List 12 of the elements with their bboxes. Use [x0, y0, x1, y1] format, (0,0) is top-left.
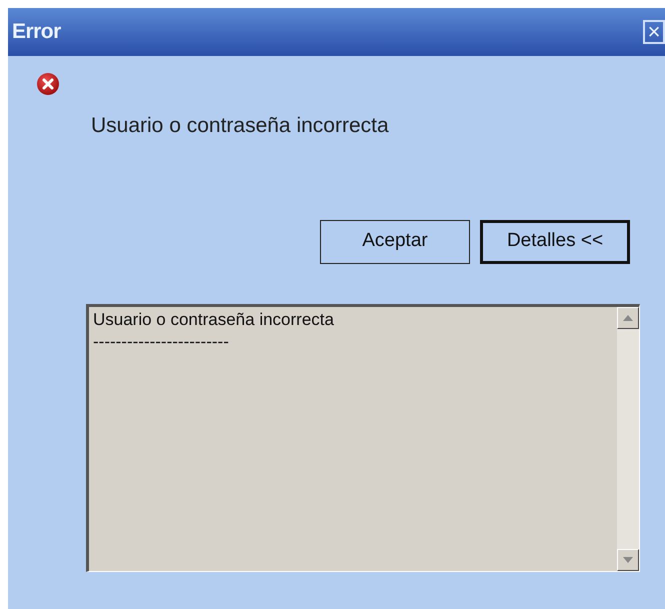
dialog-button[interactable]: Aceptar	[320, 220, 470, 264]
error-message: Usuario o contraseña incorrecta	[91, 114, 389, 137]
error-icon	[36, 72, 60, 96]
details-text-area[interactable]: Usuario o contraseña incorrecta ------------------------	[86, 304, 640, 572]
dialog-button[interactable]: Detalles <<	[480, 220, 630, 264]
scroll-down-icon[interactable]	[617, 548, 639, 570]
window-title: Error	[12, 19, 61, 46]
scroll-up-icon[interactable]	[617, 306, 639, 328]
close-button[interactable]: ×	[643, 20, 665, 44]
scrollbar[interactable]	[617, 306, 639, 570]
details-line: Usuario o contraseña incorrecta	[93, 308, 335, 330]
details-line: ------------------------	[93, 330, 230, 352]
